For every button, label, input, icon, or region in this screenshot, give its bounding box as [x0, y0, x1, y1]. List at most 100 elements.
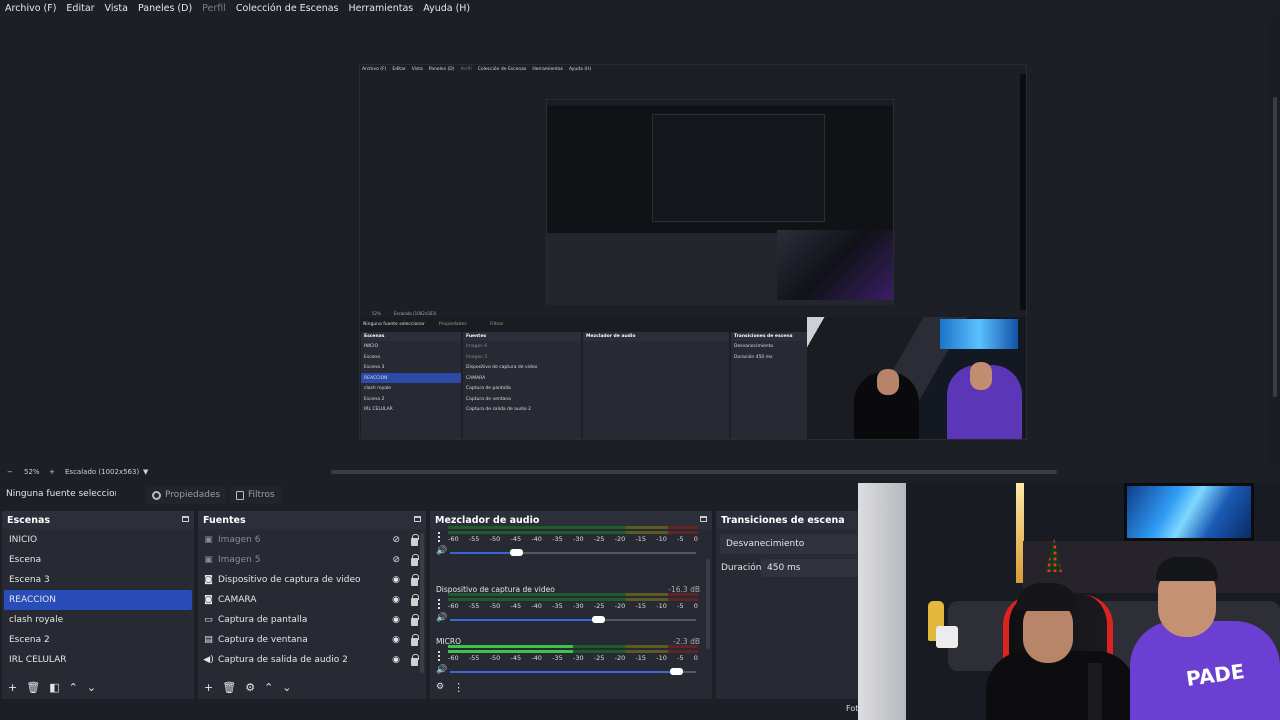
undock-icon[interactable]: [700, 516, 707, 522]
lock-icon[interactable]: [411, 614, 419, 626]
meter-tick: -35: [552, 654, 563, 662]
eye-icon[interactable]: ◉: [392, 615, 400, 625]
menu-herramientas[interactable]: Herramientas: [349, 3, 414, 14]
channel-menu-icon[interactable]: [438, 532, 441, 542]
filters-label: Filtros: [248, 490, 275, 500]
meter-tick: -15: [635, 602, 647, 610]
zoom-in-button[interactable]: +: [49, 468, 55, 476]
preview-horizontal-scrollbar[interactable]: [331, 470, 1057, 474]
lock-icon[interactable]: [411, 554, 419, 566]
recursive-menubar: [547, 100, 893, 106]
add-source-icon[interactable]: +: [204, 681, 213, 694]
sources-scrollbar[interactable]: [420, 533, 424, 673]
filters-button[interactable]: Filtros: [230, 486, 281, 504]
remove-source-icon[interactable]: 🗑: [222, 681, 236, 694]
move-up-icon[interactable]: ⌃: [264, 681, 273, 694]
scene-item-escena-3[interactable]: Escena 3: [4, 570, 192, 590]
volume-icon[interactable]: 🔊: [436, 665, 447, 675]
mixer-channel: -60 -55 -50 -45 -40 -35 -30 -25 -20 -15 -10 -5 0 🔊: [430, 526, 712, 584]
menu-coleccion-escenas[interactable]: Colección de Escenas: [236, 3, 339, 14]
scene-item-escena-2[interactable]: Escena 2: [4, 630, 192, 650]
mixer-channel: Dispositivo de captura de video -16.3 dB -…: [430, 583, 712, 635]
volume-slider[interactable]: [450, 616, 696, 623]
channel-menu-icon[interactable]: [438, 651, 441, 661]
nested-menu-item: Herramientas: [532, 67, 563, 72]
volume-slider-knob[interactable]: [670, 668, 684, 675]
nested-sources-title: Fuentes: [463, 332, 581, 341]
scene-filters-icon[interactable]: ◧: [49, 681, 59, 694]
move-down-icon[interactable]: ⌄: [282, 681, 291, 694]
scene-item-clash-royale[interactable]: clash royale: [4, 610, 192, 630]
scene-item-inicio[interactable]: INICIO: [4, 530, 192, 550]
scrollbar-thumb[interactable]: [1273, 97, 1277, 397]
scene-item-irl-celular[interactable]: IRL CELULAR: [4, 650, 192, 670]
source-label: Captura de ventana: [218, 635, 308, 645]
eye-icon[interactable]: ◉: [392, 575, 400, 585]
undock-icon[interactable]: [414, 516, 421, 522]
source-item-imagen-6[interactable]: ▣ Imagen 6 ⊘: [198, 530, 426, 550]
nested-no-selection: Ninguna fuente seleccionar: [363, 322, 425, 327]
add-scene-icon[interactable]: +: [8, 681, 17, 694]
move-down-icon[interactable]: ⌄: [87, 681, 96, 694]
source-item-captura-ventana[interactable]: ▤ Captura de ventana ◉: [198, 630, 426, 650]
properties-button[interactable]: Propiedades: [146, 486, 227, 504]
move-up-icon[interactable]: ⌃: [69, 681, 78, 694]
eye-closed-icon[interactable]: ⊘: [392, 555, 400, 565]
sources-toolbar: + 🗑 ⚙ ⌃ ⌄: [198, 675, 426, 699]
lock-icon[interactable]: [411, 594, 419, 606]
volume-slider[interactable]: [450, 549, 696, 556]
volume-slider[interactable]: [450, 668, 696, 675]
source-item-dispositivo-captura[interactable]: ◙ Dispositivo de captura de video ◉: [198, 570, 426, 590]
meter-tick: -35: [552, 535, 563, 543]
source-item-captura-pantalla[interactable]: ▭ Captura de pantalla ◉: [198, 610, 426, 630]
meter-tick: 0: [693, 654, 698, 662]
mixer-scrollbar[interactable]: [706, 559, 710, 649]
nested-menu-item: Perfil: [460, 67, 472, 72]
remove-scene-icon[interactable]: 🗑: [26, 681, 40, 694]
volume-slider-knob[interactable]: [510, 549, 524, 556]
menu-ayuda[interactable]: Ayuda (H): [423, 3, 470, 14]
zoom-out-button[interactable]: −: [7, 468, 13, 476]
menu-perfil[interactable]: Perfil: [202, 3, 226, 14]
scaling-dropdown-icon[interactable]: ▼: [143, 468, 148, 476]
source-item-camara[interactable]: ◙ CAMARA ◉: [198, 590, 426, 610]
lock-icon[interactable]: [411, 574, 419, 586]
menu-paneles[interactable]: Paneles (D): [138, 3, 192, 14]
menu-editar[interactable]: Editar: [66, 3, 94, 14]
undock-icon[interactable]: [182, 516, 189, 522]
lock-icon[interactable]: [411, 634, 419, 646]
meter-tick: -20: [614, 535, 626, 543]
volume-icon[interactable]: 🔊: [436, 546, 447, 556]
nested-face-right: [970, 362, 992, 390]
level-meter: [448, 598, 698, 601]
source-properties-icon[interactable]: ⚙: [245, 681, 255, 694]
volume-slider-knob[interactable]: [591, 616, 605, 623]
eye-icon[interactable]: ◉: [392, 595, 400, 605]
mixer-menu-icon[interactable]: ⋮: [453, 681, 464, 694]
preview-vertical-scrollbar[interactable]: [1270, 17, 1280, 464]
source-item-imagen-5[interactable]: ▣ Imagen 5 ⊘: [198, 550, 426, 570]
scene-item-escena[interactable]: Escena: [4, 550, 192, 570]
volume-icon[interactable]: 🔊: [436, 613, 447, 623]
scene-item-reaccion[interactable]: REACCION: [4, 590, 192, 610]
duration-input[interactable]: 450 ms: [761, 559, 858, 577]
source-label: Captura de pantalla: [218, 615, 308, 625]
nested-menu-item: Vista: [411, 67, 423, 72]
eye-closed-icon[interactable]: ⊘: [392, 535, 400, 545]
meter-tick: -5: [677, 654, 684, 662]
lock-icon[interactable]: [411, 534, 419, 546]
transition-select[interactable]: Desvanecimiento: [720, 534, 858, 554]
source-item-captura-salida-audio[interactable]: ◀) Captura de salida de audio 2 ◉: [198, 650, 426, 670]
scenes-dock: Escenas INICIO Escena Escena 3 REACCION …: [2, 511, 194, 699]
nested-tv: [940, 319, 1018, 349]
advanced-audio-icon[interactable]: ⚙: [436, 682, 444, 692]
channel-menu-icon[interactable]: [438, 599, 441, 609]
menu-archivo[interactable]: Archivo (F): [5, 3, 56, 14]
nested-source-row: Captura de ventana: [466, 396, 511, 402]
lock-icon[interactable]: [411, 654, 419, 666]
eye-icon[interactable]: ◉: [392, 655, 400, 665]
meter-tick: -30: [572, 654, 584, 662]
menu-vista[interactable]: Vista: [105, 3, 128, 14]
eye-icon[interactable]: ◉: [392, 635, 400, 645]
sources-dock-header: Fuentes: [198, 511, 426, 529]
